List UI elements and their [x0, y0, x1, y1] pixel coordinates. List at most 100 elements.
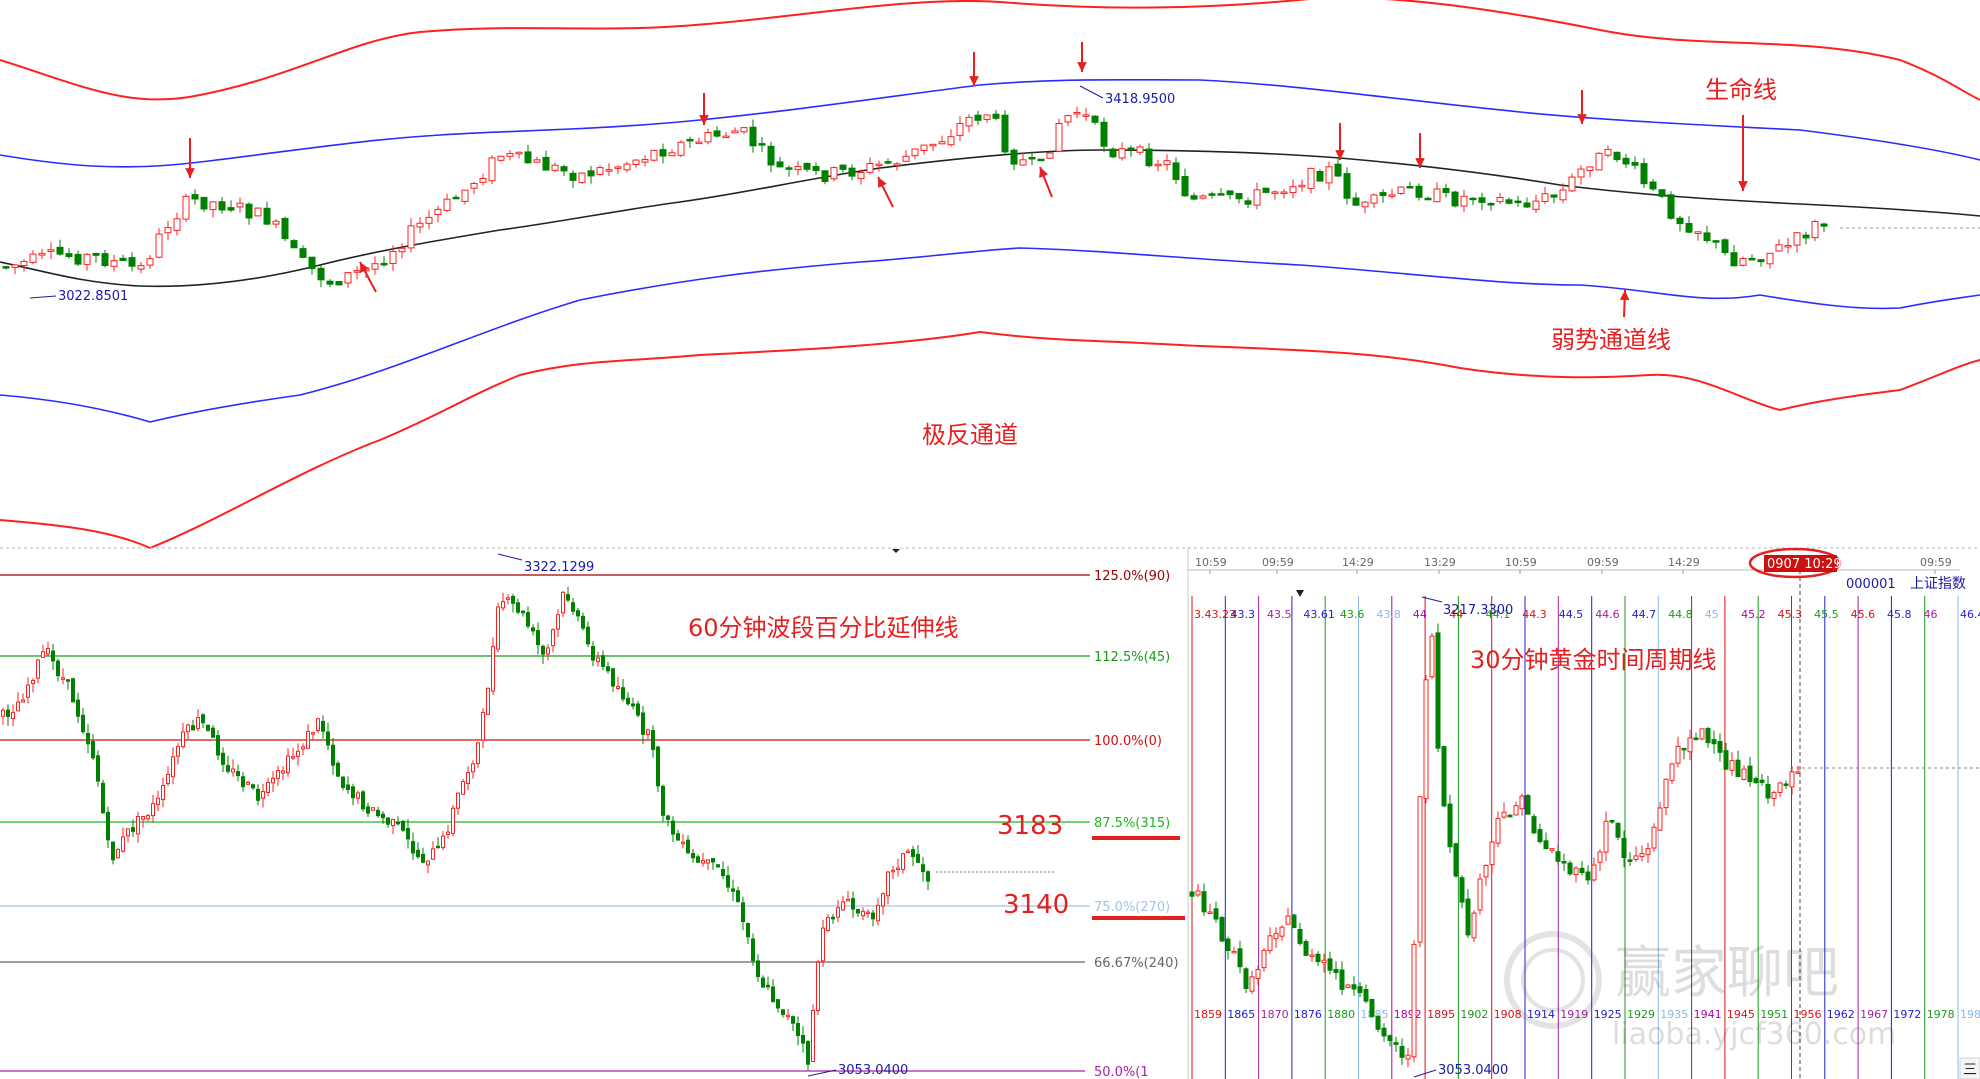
candle-body: [1375, 1015, 1381, 1030]
candle-body: [488, 157, 496, 182]
candle-body: [740, 127, 748, 133]
candle-body: [974, 114, 982, 121]
candle-body: [821, 927, 825, 962]
candle-body: [1694, 231, 1702, 235]
candle-body: [6, 709, 10, 717]
index-code[interactable]: 000001: [1846, 577, 1896, 592]
candle-body: [1505, 199, 1513, 204]
right-edge-mark[interactable]: 三: [1963, 1062, 1977, 1078]
candle-body: [1657, 807, 1663, 831]
candle-body: [791, 1016, 795, 1024]
candle-body: [166, 773, 170, 785]
candle-body: [1381, 1027, 1387, 1037]
candle-body: [1190, 195, 1198, 200]
watermark-url: liaoba.yjcf360.com: [1612, 1017, 1896, 1052]
candle-body: [686, 839, 690, 854]
top-candles: [2, 106, 1828, 288]
candle-body: [601, 655, 605, 668]
candle-body: [803, 162, 811, 170]
candle-body: [751, 938, 755, 962]
cycle-top-label: 45.8: [1887, 608, 1912, 621]
candle-body: [1501, 811, 1507, 818]
candle-body: [326, 280, 334, 285]
candle-body: [66, 679, 70, 682]
candle-body: [137, 265, 145, 270]
candle-body: [848, 167, 856, 177]
cycle-top-label: 43.61: [1303, 608, 1335, 621]
candle-body: [656, 746, 660, 787]
candle-body: [1073, 112, 1081, 115]
candle-body: [1289, 186, 1297, 193]
candle-body: [425, 216, 433, 224]
candle-body: [1609, 820, 1615, 823]
cycle-top-label: 43.8: [1376, 608, 1401, 621]
candle-body: [335, 281, 343, 286]
candle-body: [38, 252, 46, 256]
candle-body: [1327, 958, 1333, 971]
candle-body: [1543, 840, 1549, 850]
candle-body: [1447, 803, 1453, 848]
candle-body: [841, 901, 845, 911]
candle-body: [1333, 969, 1339, 973]
candle-body: [839, 164, 847, 170]
candle-body: [1685, 223, 1693, 233]
candle-body: [321, 721, 325, 732]
candle-body: [632, 159, 640, 166]
candle-body: [1640, 163, 1648, 185]
candle-body: [1723, 750, 1729, 770]
candle-body: [578, 172, 586, 183]
candle-body: [1759, 779, 1765, 783]
candle-body: [556, 614, 560, 630]
candle-body: [131, 827, 135, 832]
candle-body: [376, 809, 380, 817]
candle-body: [1676, 217, 1684, 225]
candle-body: [1363, 989, 1369, 1002]
candle-body: [741, 902, 745, 922]
candle-body: [1483, 865, 1489, 878]
time-axis-tick-label: 09:59: [1262, 556, 1294, 569]
candle-body: [1783, 783, 1789, 786]
candle-body: [626, 697, 630, 705]
candle-body: [614, 166, 622, 169]
candle-body: [812, 166, 820, 172]
candle-body: [266, 781, 270, 794]
candle-body: [704, 132, 712, 143]
candle-body: [893, 163, 901, 166]
cycle-top-label: 45.2: [1741, 608, 1766, 621]
candle-body: [1189, 891, 1195, 897]
candle-body: [901, 853, 905, 871]
candle-body: [921, 864, 925, 873]
candle-body: [218, 201, 226, 211]
candle-body: [1573, 867, 1579, 875]
candle-body: [296, 750, 300, 757]
candle-body: [731, 888, 735, 892]
candle-body: [1559, 189, 1567, 201]
candle-body: [1460, 195, 1468, 207]
candle-body: [816, 961, 820, 1012]
candle-body: [182, 195, 190, 220]
candle-body: [1262, 187, 1270, 193]
candle-body: [491, 646, 495, 692]
candle-body: [836, 907, 840, 918]
candle-body: [1273, 932, 1279, 940]
candle-body: [1585, 871, 1591, 881]
candle-body: [1639, 853, 1645, 858]
candle-body: [281, 217, 289, 240]
candle-body: [209, 201, 217, 211]
candle-body: [91, 741, 95, 759]
candle-body: [380, 262, 388, 266]
candle-body: [101, 782, 105, 814]
candle-body: [857, 172, 865, 180]
candle-body: [65, 253, 73, 258]
candle-body: [1663, 778, 1669, 809]
candle-body: [1253, 189, 1261, 206]
candle-body: [561, 591, 565, 614]
candle-body: [20, 260, 28, 266]
candle-body: [1477, 878, 1483, 911]
index-name[interactable]: 上证指数: [1910, 576, 1966, 592]
candle-body: [1351, 984, 1357, 990]
candle-body: [1357, 986, 1363, 994]
candle-body: [546, 647, 550, 655]
candle-body: [56, 246, 64, 255]
candle-body: [1621, 838, 1627, 858]
